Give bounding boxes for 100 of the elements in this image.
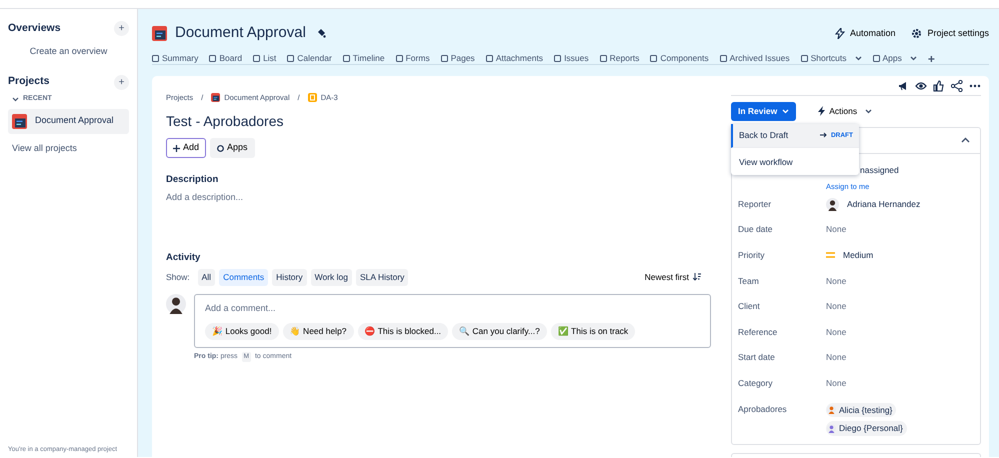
- field-label: Reference: [738, 326, 778, 337]
- status-button[interactable]: In Review: [731, 102, 796, 121]
- nav-tab[interactable]: Timeline: [342, 52, 385, 65]
- page-icon: [396, 55, 403, 62]
- comment-box[interactable]: Add a comment... 🎉 Looks good! 👋 Need help? ⛔ This is blocked... 🔍 Can you clarify...? ✅ This is on track: [194, 294, 711, 348]
- page-icon: [152, 55, 159, 62]
- nav-tab[interactable]: List: [253, 52, 276, 65]
- sort-button[interactable]: Newest first: [638, 270, 707, 284]
- user-chip[interactable]: Diego {Personal}: [826, 421, 907, 436]
- quick-reply-chip[interactable]: ✅ This is on track: [550, 323, 636, 340]
- nav-tab[interactable]: Apps: [872, 52, 917, 65]
- page-icon: [486, 55, 493, 62]
- eye-icon[interactable]: [915, 80, 927, 92]
- apps-icon: [217, 144, 224, 152]
- section-title: Projects: [8, 74, 50, 90]
- actions-button[interactable]: Actions: [812, 104, 878, 119]
- nav-tab[interactable]: Board: [209, 52, 242, 65]
- page-icon: [600, 55, 607, 62]
- add-button[interactable]: +: [114, 74, 129, 90]
- project-icon: [211, 93, 220, 102]
- menu-item[interactable]: View workflow: [731, 148, 859, 174]
- field-value: nassigned: [859, 164, 899, 176]
- avatar-icon: [827, 424, 836, 434]
- nav-tab[interactable]: Components: [650, 52, 709, 65]
- field-label: Reporter: [738, 198, 772, 209]
- view-projects-link[interactable]: View all projects: [12, 142, 129, 155]
- header-action-button[interactable]: Automation: [834, 26, 896, 40]
- lightning-icon: [834, 28, 845, 39]
- issue-title: Test - Aprobadores: [166, 112, 285, 132]
- field-label: Category: [738, 378, 772, 388]
- filter-tab[interactable]: History: [272, 268, 307, 286]
- caret-icon: [782, 108, 790, 114]
- paint-bucket-icon[interactable]: [316, 28, 326, 38]
- project-title: Document Approval: [175, 23, 306, 43]
- avatar-icon: [826, 198, 839, 211]
- quick-reply-chip[interactable]: 🎉 Looks good!: [205, 323, 279, 340]
- lightning-icon: [818, 106, 826, 116]
- field-label: Team: [738, 276, 759, 286]
- field-label: Priority: [738, 250, 764, 260]
- page-icon: [650, 55, 658, 62]
- show-label: Show:: [166, 270, 190, 284]
- nav-tab[interactable]: Archived Issues: [720, 52, 790, 65]
- field-value: None: [826, 276, 846, 286]
- add-button[interactable]: +: [114, 21, 129, 36]
- page-icon: [720, 55, 727, 62]
- filter-tab[interactable]: Work log: [310, 268, 352, 286]
- filter-tab[interactable]: SLA History: [356, 268, 408, 286]
- header-action-button[interactable]: Project settings: [911, 26, 989, 40]
- nav-tab[interactable]: Shortcuts: [800, 52, 862, 65]
- share-icon[interactable]: [951, 80, 963, 92]
- plus-icon: [173, 144, 180, 152]
- nav-tab[interactable]: Calendar: [287, 52, 332, 65]
- field-value: None: [826, 352, 846, 362]
- section-title: Overviews: [8, 21, 61, 36]
- add-tab-button[interactable]: +: [928, 50, 935, 68]
- avatar-icon: [827, 405, 836, 414]
- sort-icon: [693, 273, 701, 282]
- field-value: None: [826, 224, 846, 234]
- field-value: None: [826, 301, 846, 312]
- section-heading: Description: [166, 172, 220, 187]
- project-icon: [12, 114, 27, 128]
- nav-tab[interactable]: Issues: [554, 52, 589, 65]
- description-field[interactable]: Add a description...: [166, 191, 711, 204]
- field-label: Client: [738, 301, 760, 312]
- page-icon: [209, 55, 216, 62]
- comment-placeholder: Add a comment...: [205, 302, 277, 314]
- create-overview-link[interactable]: Create an overview: [8, 44, 129, 58]
- settings-icon: [911, 28, 922, 39]
- nav-tab[interactable]: Forms: [396, 52, 430, 65]
- issue-type-icon: [308, 93, 317, 102]
- filter-tab[interactable]: Comments: [219, 268, 268, 286]
- field-value: None: [826, 326, 846, 337]
- quick-reply-chip[interactable]: 🔍 Can you clarify...?: [452, 323, 547, 340]
- page-icon: [253, 55, 260, 62]
- quick-reply-chip[interactable]: ⛔ This is blocked...: [358, 323, 448, 340]
- nav-tab[interactable]: Attachments: [486, 52, 544, 65]
- nav-tab[interactable]: Pages: [440, 52, 475, 65]
- quick-reply-chip[interactable]: 👋 Need help?: [282, 323, 354, 340]
- field-value: None: [826, 378, 846, 388]
- nav-tab[interactable]: Summary: [152, 52, 198, 65]
- thumbs-up-icon[interactable]: [933, 80, 945, 92]
- project-icon: [152, 26, 167, 41]
- arrow-right-icon: [820, 132, 827, 138]
- user-chip[interactable]: Alicia {testing}: [826, 402, 896, 418]
- filter-tab[interactable]: All: [198, 268, 216, 286]
- field-label: Aprobadores: [738, 404, 787, 414]
- page-icon: [554, 55, 562, 62]
- field-value: Adriana Hernandez: [847, 198, 920, 211]
- page-icon: [872, 55, 880, 62]
- page-icon: [800, 55, 808, 62]
- nav-tab[interactable]: Reports: [600, 52, 640, 65]
- project-item[interactable]: Document Approval: [8, 108, 129, 134]
- field-value: Medium: [843, 248, 874, 262]
- section-heading: Activity: [166, 250, 202, 264]
- avatar-icon: [166, 294, 186, 314]
- megaphone-icon[interactable]: [897, 80, 909, 92]
- field-label: Due date: [738, 224, 772, 234]
- issue-action-button[interactable]: Apps: [210, 138, 255, 158]
- issue-action-button[interactable]: Add: [166, 138, 206, 158]
- caret-icon: [865, 108, 872, 114]
